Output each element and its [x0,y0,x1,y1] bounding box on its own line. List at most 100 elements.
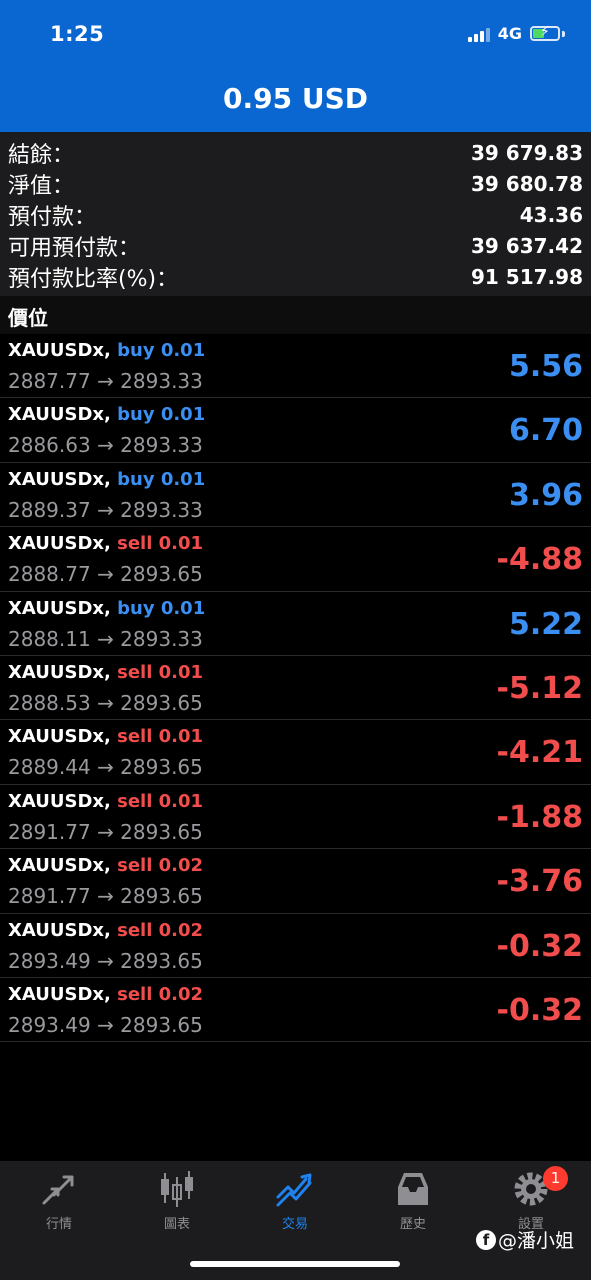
position-header: XAUUSDx, sell 0.01 [8,533,203,554]
position-direction: sell 0.01 [117,533,204,555]
position-row[interactable]: XAUUSDx, sell 0.02 2893.49 → 2893.65 -0.… [0,978,591,1043]
position-header: XAUUSDx, sell 0.01 [8,791,203,812]
position-row[interactable]: XAUUSDx, sell 0.01 2889.44 → 2893.65 -4.… [0,720,591,785]
position-symbol: XAUUSDx, [8,855,111,877]
tab-label: 交易 [281,1217,308,1232]
position-direction: sell 0.02 [117,983,204,1005]
position-header: XAUUSDx, sell 0.02 [8,984,203,1005]
position-row[interactable]: XAUUSDx, sell 0.01 2888.53 → 2893.65 -5.… [0,656,591,721]
position-symbol: XAUUSDx, [8,468,111,490]
position-profit: -3.76 [496,864,583,900]
facebook-icon: f [476,1229,496,1250]
position-row[interactable]: XAUUSDx, sell 0.02 2893.49 → 2893.65 -0.… [0,914,591,978]
position-header: XAUUSDx, sell 0.01 [8,662,203,683]
position-row[interactable]: XAUUSDx, buy 0.01 2887.77 → 2893.33 5.56 [0,334,591,399]
page-title: 0.95 USD [223,82,368,115]
position-header: XAUUSDx, buy 0.01 [8,598,205,619]
position-prices: 2891.77 → 2893.65 [8,884,203,909]
summary-row-equity: 淨值： 39 680.78 [0,168,591,199]
position-prices: 2889.37 → 2893.33 [8,497,203,522]
summary-value: 39 679.83 [471,140,583,165]
position-direction: buy 0.01 [117,468,206,490]
position-profit: 6.70 [508,413,583,449]
position-prices: 2887.77 → 2893.33 [8,369,203,393]
position-row[interactable]: XAUUSDx, sell 0.02 2891.77 → 2893.65 -3.… [0,849,591,914]
quotes-arrows-icon [42,1175,74,1205]
app-screen: 1:25 4G ⚡ 0.95 USD 結餘： 39 679.83 淨值： 39 … [0,0,591,1280]
position-direction: sell 0.01 [117,790,204,812]
tab-history[interactable]: 歷史 [354,1161,472,1241]
home-indicator[interactable] [190,1261,400,1267]
position-symbol: XAUUSDx, [8,340,111,361]
summary-row-margin-level: 預付款比率(%)： 91 517.98 [0,261,591,292]
notification-badge: 1 [543,1166,568,1191]
position-prices: 2888.77 → 2893.65 [8,562,203,587]
tab-label: 圖表 [163,1217,190,1232]
watermark: f @潘小姐 [476,1226,574,1253]
position-header: XAUUSDx, buy 0.01 [8,404,205,425]
position-profit: -4.21 [496,735,583,771]
position-profit: -1.88 [496,799,583,835]
position-header: XAUUSDx, buy 0.01 [8,340,205,361]
position-symbol: XAUUSDx, [8,661,111,683]
candlestick-chart-icon [161,1171,193,1207]
position-direction: buy 0.01 [117,597,206,619]
header-bar: 1:25 4G ⚡ 0.95 USD [0,0,591,132]
position-profit: -4.88 [496,542,583,578]
position-symbol: XAUUSDx, [8,726,111,748]
position-profit: 5.22 [508,606,583,642]
summary-row-free-margin: 可用預付款： 39 637.42 [0,230,591,261]
summary-label: 結餘： [8,142,75,168]
position-prices: 2888.53 → 2893.65 [8,690,203,715]
summary-row-margin: 預付款： 43.36 [0,199,591,230]
position-prices: 2893.49 → 2893.65 [8,1012,203,1037]
position-profit: -0.32 [496,992,583,1028]
position-symbol: XAUUSDx, [8,790,111,812]
summary-label: 預付款： [8,204,97,230]
summary-label: 可用預付款： [8,235,141,261]
summary-label: 預付款比率(%)： [8,266,179,292]
position-prices: 2886.63 → 2893.33 [8,433,203,458]
position-symbol: XAUUSDx, [8,597,111,619]
position-row[interactable]: XAUUSDx, buy 0.01 2889.37 → 2893.33 3.96 [0,463,591,528]
tab-label: 歷史 [399,1217,426,1232]
status-time: 1:25 [50,22,105,46]
tab-chart[interactable]: 圖表 [118,1161,236,1241]
summary-label: 淨值： [8,173,75,199]
summary-value: 39 637.42 [471,233,583,258]
position-direction: sell 0.01 [117,661,204,683]
position-row[interactable]: XAUUSDx, sell 0.01 2888.77 → 2893.65 -4.… [0,527,591,592]
position-symbol: XAUUSDx, [8,404,111,426]
position-profit: -5.12 [496,670,583,706]
position-profit: 3.96 [508,477,583,513]
status-indicators: 4G ⚡ [467,24,565,43]
position-header: XAUUSDx, buy 0.01 [8,469,205,490]
summary-value: 43.36 [519,202,583,227]
tab-label: 行情 [45,1217,72,1232]
tab-quotes[interactable]: 行情 [0,1161,118,1241]
summary-value: 91 517.98 [471,264,583,289]
position-symbol: XAUUSDx, [8,533,111,555]
trade-trend-icon [276,1173,312,1207]
position-prices: 2893.49 → 2893.65 [8,948,203,973]
battery-cap [562,30,565,37]
position-profit: -0.32 [496,928,583,964]
position-symbol: XAUUSDx, [8,919,111,941]
tab-trade[interactable]: 交易 [236,1161,354,1241]
position-header: XAUUSDx, sell 0.02 [8,920,203,941]
position-row[interactable]: XAUUSDx, buy 0.01 2886.63 → 2893.33 6.70 [0,398,591,463]
section-title: 價位 [8,306,48,330]
cellular-signal-icon [467,26,490,42]
position-profit: 5.56 [508,349,583,384]
account-summary: 結餘： 39 679.83 淨值： 39 680.78 預付款： 43.36 可… [0,132,591,296]
position-row[interactable]: XAUUSDx, sell 0.01 2891.77 → 2893.65 -1.… [0,785,591,850]
battery-icon: ⚡ [530,25,560,41]
network-type: 4G [497,24,522,43]
position-row[interactable]: XAUUSDx, buy 0.01 2888.11 → 2893.33 5.22 [0,592,591,656]
position-header: XAUUSDx, sell 0.02 [8,855,203,876]
position-direction: sell 0.02 [117,855,204,877]
position-direction: buy 0.01 [117,340,206,361]
position-direction: buy 0.01 [117,404,206,426]
position-header: XAUUSDx, sell 0.01 [8,726,203,747]
position-symbol: XAUUSDx, [8,983,111,1005]
